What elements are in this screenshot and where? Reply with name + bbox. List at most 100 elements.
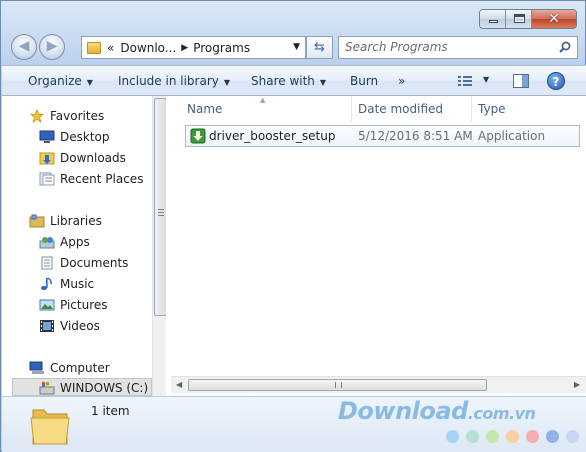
music-note-icon	[41, 277, 52, 290]
sidebar-scroll-thumb[interactable]	[154, 98, 166, 316]
sidebar-scrollbar[interactable]	[152, 96, 166, 396]
close-icon: ✕	[548, 11, 560, 27]
explorer-window: ✕ ◀ ▶ « Downlo... ▶ Programs ▼ ⇆ Organiz…	[0, 0, 586, 452]
column-header-date-modified[interactable]: Date modified	[352, 96, 472, 122]
chevron-down-icon: ▼	[86, 78, 93, 87]
installer-app-icon	[190, 128, 206, 144]
sidebar-item-downloads[interactable]: Downloads	[39, 149, 126, 167]
sidebar-label: Videos	[60, 319, 100, 333]
back-arrow-icon: ◀	[18, 38, 30, 54]
table-row[interactable]: driver_booster_setup 5/12/2016 8:51 AM A…	[185, 125, 580, 147]
share-label: Share with	[251, 74, 315, 88]
command-bar: Organize ▼ Include in library ▼ Share with…	[2, 65, 586, 96]
burn-button[interactable]: Burn	[350, 74, 378, 88]
horizontal-scrollbar[interactable]: ◀ ▶	[171, 376, 586, 393]
back-button[interactable]: ◀	[11, 34, 37, 60]
file-name: driver_booster_setup	[209, 129, 336, 143]
sidebar-label: Recent Places	[60, 172, 144, 186]
sidebar-label: Desktop	[60, 130, 110, 144]
chevron-down-icon: ▼	[223, 78, 231, 87]
desktop-icon	[39, 130, 55, 143]
sidebar-item-libraries[interactable]: Libraries	[29, 212, 102, 230]
sidebar-item-documents[interactable]: Documents	[39, 254, 128, 272]
navigation-pane: Favorites Desktop Downloads Recent Place…	[2, 96, 166, 396]
sidebar-item-windows-c[interactable]: WINDOWS (C:)	[39, 379, 148, 396]
watermark-dots	[446, 430, 579, 443]
maximize-button[interactable]	[506, 10, 532, 28]
watermark-dot	[526, 430, 539, 443]
minimize-button[interactable]	[480, 10, 506, 28]
address-dropdown-icon[interactable]: ▼	[293, 42, 300, 52]
history-buttons: ◀ ▶	[11, 34, 67, 60]
sidebar-label: Downloads	[60, 151, 126, 165]
breadcrumb-downloads[interactable]: Downlo...	[120, 41, 176, 55]
column-header-label: Type	[478, 102, 506, 116]
sidebar-item-music[interactable]: Music	[39, 275, 94, 293]
preview-pane-icon[interactable]	[513, 74, 529, 88]
sidebar-item-pictures[interactable]: Pictures	[39, 296, 108, 314]
documents-icon	[41, 256, 53, 270]
videos-icon	[40, 320, 54, 332]
column-header-type[interactable]: Type	[472, 96, 582, 122]
breadcrumb-overflow[interactable]: «	[107, 41, 114, 55]
chevron-down-icon: ▼	[319, 78, 327, 87]
watermark-dot	[486, 430, 499, 443]
sidebar-label: WINDOWS (C:)	[60, 381, 149, 395]
libraries-icon	[29, 214, 45, 228]
sidebar-item-recent-places[interactable]: Recent Places	[39, 170, 143, 188]
column-header-label: Name	[187, 102, 223, 116]
details-pane: 1 item Download.com.vn	[2, 396, 586, 452]
search-input[interactable]	[345, 40, 545, 54]
close-button[interactable]: ✕	[532, 10, 576, 28]
watermark-dot	[466, 430, 479, 443]
sidebar-item-videos[interactable]: Videos	[39, 317, 100, 335]
scroll-right-icon[interactable]: ▶	[574, 380, 580, 389]
watermark-dot	[446, 430, 459, 443]
watermark-dot	[506, 430, 519, 443]
sort-ascending-icon: ▲	[260, 96, 266, 104]
scroll-left-icon[interactable]: ◀	[176, 380, 182, 389]
drive-icon	[39, 382, 55, 395]
downloads-folder-icon	[39, 152, 55, 165]
caption-buttons: ✕	[479, 9, 577, 29]
include-in-library-button[interactable]: Include in library ▼	[118, 74, 230, 88]
grip-icon	[335, 382, 342, 388]
sidebar-label: Libraries	[50, 214, 102, 228]
include-label: Include in library	[118, 74, 219, 88]
horizontal-scroll-thumb[interactable]	[188, 379, 487, 391]
maximize-icon	[514, 14, 525, 23]
apps-icon	[39, 237, 55, 249]
item-count: 1 item	[91, 404, 130, 418]
column-header-name[interactable]: Name	[181, 96, 352, 122]
recent-places-icon	[39, 172, 55, 186]
search-icon[interactable]	[559, 41, 571, 53]
sidebar-item-favorites[interactable]: Favorites	[29, 107, 104, 125]
more-commands-button[interactable]: »	[398, 74, 405, 88]
folder-icon	[87, 41, 101, 54]
download-watermark: Download.com.vn	[338, 397, 536, 425]
sidebar-label: Apps	[60, 235, 90, 249]
organize-label: Organize	[28, 74, 82, 88]
help-icon[interactable]: ?	[547, 72, 565, 90]
forward-arrow-icon: ▶	[46, 38, 58, 54]
breadcrumb-separator-icon[interactable]: ▶	[181, 43, 188, 53]
address-bar[interactable]: « Downlo... ▶ Programs ▼	[81, 36, 306, 59]
refresh-button[interactable]: ⇆	[306, 36, 333, 59]
view-dropdown-icon[interactable]: ▼	[483, 75, 489, 84]
sidebar-item-apps[interactable]: Apps	[39, 233, 90, 251]
minimize-icon	[489, 20, 498, 23]
organize-button[interactable]: Organize ▼	[28, 74, 93, 88]
sidebar-label: Music	[60, 277, 95, 291]
file-type: Application	[478, 129, 546, 143]
breadcrumb-programs[interactable]: Programs	[193, 41, 250, 55]
search-box[interactable]	[338, 36, 578, 59]
star-icon	[29, 109, 45, 123]
forward-button[interactable]: ▶	[39, 34, 65, 60]
sidebar-item-desktop[interactable]: Desktop	[39, 128, 110, 146]
sidebar-item-computer[interactable]: Computer	[29, 359, 110, 377]
watermark-dot	[566, 430, 579, 443]
view-details-icon[interactable]	[458, 75, 472, 87]
share-with-button[interactable]: Share with ▼	[251, 74, 326, 88]
file-date: 5/12/2016 8:51 AM	[358, 129, 473, 143]
sidebar-label: Favorites	[50, 109, 105, 123]
